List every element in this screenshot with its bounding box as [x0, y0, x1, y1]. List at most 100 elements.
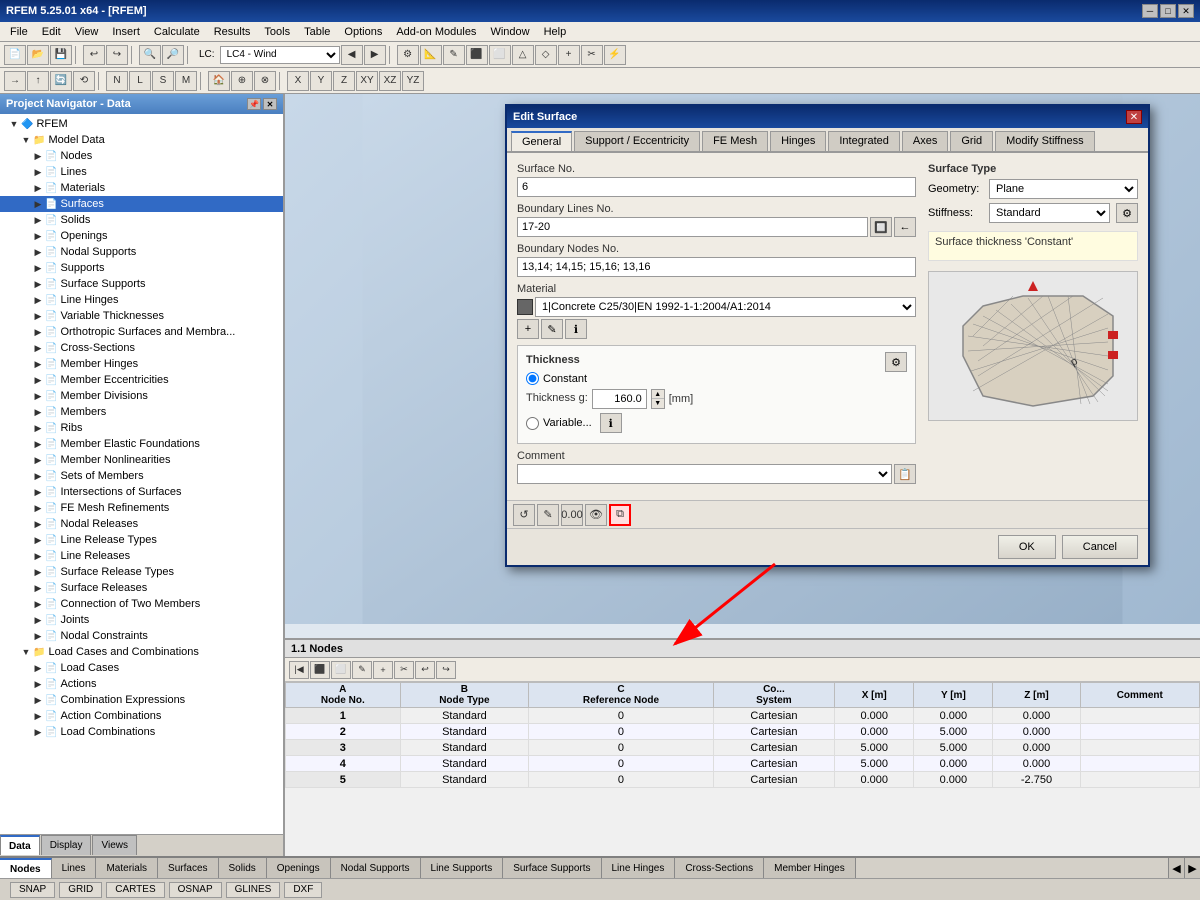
dtab-modify-stiffness[interactable]: Modify Stiffness	[995, 131, 1094, 151]
surface-no-input[interactable]	[517, 177, 916, 197]
close-button[interactable]: ✕	[1178, 4, 1194, 18]
tb1-btn1[interactable]: ⚙	[397, 45, 419, 65]
tree-toggle-load-combinations[interactable]: ▶	[32, 726, 44, 738]
menubar-item-results[interactable]: Results	[208, 25, 257, 39]
tree-surface-supports[interactable]: ▶ 📄 Surface Supports	[0, 276, 283, 292]
tree-line-release-types[interactable]: ▶ 📄 Line Release Types	[0, 532, 283, 548]
tree-intersections[interactable]: ▶ 📄 Intersections of Surfaces	[0, 484, 283, 500]
thickness-spinner[interactable]: ▲ ▼	[651, 389, 665, 409]
boundary-lines-pick-btn[interactable]: 🔲	[870, 217, 892, 237]
tree-toggle-nodal-constraints[interactable]: ▶	[32, 630, 44, 642]
tree-toggle-surfaces[interactable]: ▶	[32, 198, 44, 210]
dialog-tb-value[interactable]: 0.00	[561, 504, 583, 526]
menubar-item-tools[interactable]: Tools	[258, 25, 296, 39]
tb2-btn7[interactable]: S	[152, 71, 174, 91]
dtab-hinges[interactable]: Hinges	[770, 131, 826, 151]
tree-toggle-ribs[interactable]: ▶	[32, 422, 44, 434]
tree-surface-release-types[interactable]: ▶ 📄 Surface Release Types	[0, 564, 283, 580]
tb2-btn3[interactable]: 🔄	[50, 71, 72, 91]
nav-tab-openings[interactable]: Openings	[267, 858, 331, 878]
tree-fe-mesh[interactable]: ▶ 📄 FE Mesh Refinements	[0, 500, 283, 516]
tab-display[interactable]: Display	[41, 835, 92, 855]
nav-tab-member-hinges[interactable]: Member Hinges	[764, 858, 856, 878]
tree-connection-two[interactable]: ▶ 📄 Connection of Two Members	[0, 596, 283, 612]
tree-toggle-load-cases[interactable]: ▼	[20, 646, 32, 658]
grid-button[interactable]: GRID	[59, 882, 102, 898]
tab-views[interactable]: Views	[92, 835, 137, 855]
tree-line-hinges[interactable]: ▶ 📄 Line Hinges	[0, 292, 283, 308]
tree-toggle-line-releases[interactable]: ▶	[32, 550, 44, 562]
nav-tab-next[interactable]: ▶	[1184, 858, 1200, 878]
tree-ortho[interactable]: ▶ 📄 Orthotropic Surfaces and Membra...	[0, 324, 283, 340]
tab-data[interactable]: Data	[0, 835, 40, 855]
tb2-btn2[interactable]: ↑	[27, 71, 49, 91]
cancel-button[interactable]: Cancel	[1062, 535, 1138, 559]
boundary-lines-info-btn[interactable]: ←	[894, 217, 916, 237]
tree-toggle-sets-members[interactable]: ▶	[32, 470, 44, 482]
comment-select[interactable]	[517, 464, 892, 484]
cartes-button[interactable]: CARTES	[106, 882, 164, 898]
new-button[interactable]: 📄	[4, 45, 26, 65]
tree-toggle-line-supports[interactable]: ▶	[32, 262, 44, 274]
tree-toggle-nodal-supports[interactable]: ▶	[32, 246, 44, 258]
tree-toggle-nodes[interactable]: ▶	[32, 150, 44, 162]
menubar-item-calculate[interactable]: Calculate	[148, 25, 206, 39]
tree-model-data[interactable]: ▼ 📁 Model Data	[0, 132, 283, 148]
tree-toggle-member-nonlin[interactable]: ▶	[32, 454, 44, 466]
nav-tab-nodes[interactable]: Nodes	[0, 858, 52, 878]
nav-tab-line-hinges[interactable]: Line Hinges	[602, 858, 676, 878]
tree-materials[interactable]: ▶ 📄 Materials	[0, 180, 283, 196]
tree-joints[interactable]: ▶ 📄 Joints	[0, 612, 283, 628]
load-case-select[interactable]: LC4 - Wind	[220, 46, 340, 64]
tree-toggle-cross-sections[interactable]: ▶	[32, 342, 44, 354]
menubar-item-help[interactable]: Help	[538, 25, 573, 39]
tree-toggle-nodal-releases[interactable]: ▶	[32, 518, 44, 530]
menubar-item-insert[interactable]: Insert	[106, 25, 146, 39]
maximize-button[interactable]: □	[1160, 4, 1176, 18]
tree-toggle-surface-supports[interactable]: ▶	[32, 278, 44, 290]
tree-variable-thick[interactable]: ▶ 📄 Variable Thicknesses	[0, 308, 283, 324]
menubar-item-view[interactable]: View	[69, 25, 105, 39]
tree-member-nonlin[interactable]: ▶ 📄 Member Nonlinearities	[0, 452, 283, 468]
nav-tab-prev[interactable]: ◀	[1168, 858, 1184, 878]
tb1-btn8[interactable]: +	[558, 45, 580, 65]
tree-toggle-joints[interactable]: ▶	[32, 614, 44, 626]
menubar-item-window[interactable]: Window	[484, 25, 535, 39]
nav-tab-cross-sections[interactable]: Cross-Sections	[675, 858, 764, 878]
nav-tab-lines[interactable]: Lines	[52, 858, 97, 878]
tree-load-cases-sub[interactable]: ▶ 📄 Load Cases	[0, 660, 283, 676]
tree-openings[interactable]: ▶ 📄 Openings	[0, 228, 283, 244]
dtab-support[interactable]: Support / Eccentricity	[574, 131, 700, 151]
material-edit-btn[interactable]: ✎	[541, 319, 563, 339]
dtab-axes[interactable]: Axes	[902, 131, 948, 151]
redo-button[interactable]: ↪	[106, 45, 128, 65]
menubar-item-table[interactable]: Table	[298, 25, 336, 39]
dtab-grid[interactable]: Grid	[950, 131, 993, 151]
tree-toggle-intersections[interactable]: ▶	[32, 486, 44, 498]
tree-nodes[interactable]: ▶ 📄 Nodes	[0, 148, 283, 164]
tree-rfem[interactable]: ▼ 🔷 RFEM	[0, 116, 283, 132]
material-info-btn[interactable]: ℹ	[565, 319, 587, 339]
tree-toggle-member-div[interactable]: ▶	[32, 390, 44, 402]
boundary-nodes-input[interactable]	[517, 257, 916, 277]
menubar-item-options[interactable]: Options	[338, 25, 388, 39]
dialog-close-button[interactable]: ✕	[1126, 110, 1142, 124]
tree-sets-members[interactable]: ▶ 📄 Sets of Members	[0, 468, 283, 484]
nav-tab-materials[interactable]: Materials	[96, 858, 158, 878]
tree-toggle-solids[interactable]: ▶	[32, 214, 44, 226]
tb1-btn10[interactable]: ⚡	[604, 45, 626, 65]
tree-toggle-actions[interactable]: ▶	[32, 678, 44, 690]
tree-toggle-line-release-types[interactable]: ▶	[32, 534, 44, 546]
tb2-btn10[interactable]: ⊕	[231, 71, 253, 91]
tb2-btn12[interactable]: X	[287, 71, 309, 91]
material-select[interactable]: 1|Concrete C25/30|EN 1992-1-1:2004/A1:20…	[535, 297, 916, 317]
dtab-general[interactable]: General	[511, 131, 572, 151]
tb2-btn16[interactable]: XZ	[379, 71, 401, 91]
tree-nodal-releases[interactable]: ▶ 📄 Nodal Releases	[0, 516, 283, 532]
tree-surfaces[interactable]: ▶ 📄 Surfaces	[0, 196, 283, 212]
tb2-btn11[interactable]: ⊗	[254, 71, 276, 91]
tree-nodal-supports[interactable]: ▶ 📄 Nodal Supports	[0, 244, 283, 260]
tree-solids[interactable]: ▶ 📄 Solids	[0, 212, 283, 228]
tb1-btn4[interactable]: ⬛	[466, 45, 488, 65]
tb1-btn3[interactable]: ✎	[443, 45, 465, 65]
